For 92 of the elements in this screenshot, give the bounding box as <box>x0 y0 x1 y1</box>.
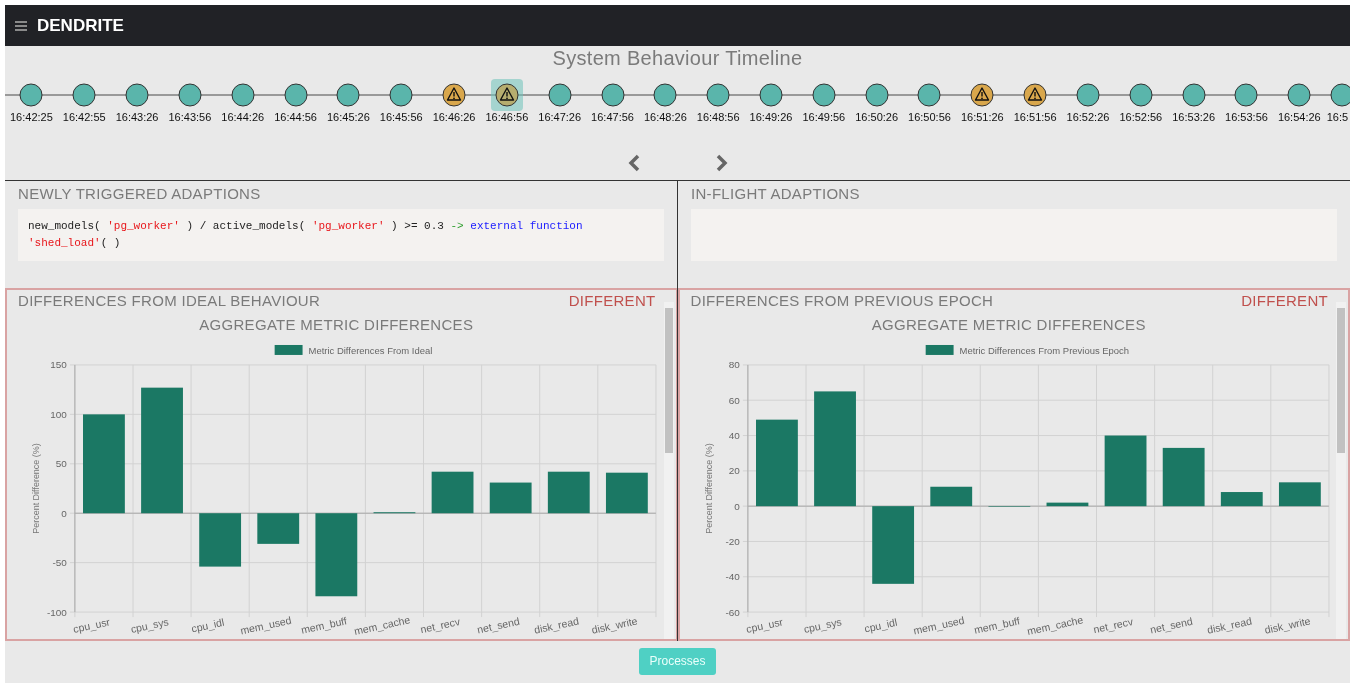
axis-title: Percent Difference (%) <box>31 443 42 534</box>
timestamp-label: 16:42:25 <box>10 111 53 124</box>
axis-tick-label: -60 <box>725 606 740 618</box>
chart-legend: Metric Differences From Previous Epoch <box>925 344 1129 356</box>
axis-tick-label: 80 <box>728 359 740 371</box>
timestamp-label: 16:46:56 <box>485 111 529 124</box>
bar <box>1162 447 1205 507</box>
timestamp-label: 16:43:56 <box>168 111 212 124</box>
category-label: cpu_sys <box>130 616 170 635</box>
category-label: net_recv <box>419 616 462 636</box>
timestamp-label: 16:5 <box>1326 111 1349 124</box>
category-label: net_recv <box>1092 616 1134 636</box>
bar <box>1220 492 1263 507</box>
timestamp-label: 16:45:56 <box>379 111 423 124</box>
section-heading: IN-FLIGHT ADAPTIONS <box>691 185 861 203</box>
timestamp-label: 16:49:56 <box>802 111 846 124</box>
processes-button[interactable]: Processes <box>639 647 716 675</box>
axis-tick-label: 0 <box>61 507 68 519</box>
bar <box>606 472 649 514</box>
section-heading: DIFFERENCES FROM PREVIOUS EPOCH <box>690 292 994 310</box>
legend-label: Metric Differences From Previous Epoch <box>959 344 1129 356</box>
timestamp-label: 16:46:26 <box>432 111 476 124</box>
timestamp-label: 16:48:56 <box>696 111 740 124</box>
chart-title: AGGREGATE METRIC DIFFERENCES <box>871 316 1146 334</box>
category-label: disk_write <box>1263 615 1312 636</box>
axis-tick-label: 150 <box>50 359 68 371</box>
menu-icon[interactable] <box>15 20 27 31</box>
chart-legend: Metric Differences From Ideal <box>274 344 433 356</box>
bar <box>431 471 474 514</box>
bar <box>1046 502 1089 507</box>
legend-label: Metric Differences From Ideal <box>308 344 433 356</box>
category-label: mem_buff <box>972 615 1021 636</box>
timestamp-label: 16:48:26 <box>643 111 687 124</box>
category-label: disk_read <box>533 615 580 636</box>
timestamp-label: 16:51:26 <box>960 111 1004 124</box>
category-label: cpu_sys <box>802 616 843 635</box>
selected-timeline-node[interactable] <box>490 79 523 111</box>
category-label: mem_cache <box>353 614 412 637</box>
axis-tick-label: -100 <box>47 606 68 618</box>
bar <box>490 482 532 514</box>
axis-tick-label: -20 <box>725 535 740 547</box>
status-label: DIFFERENT <box>1241 292 1328 310</box>
category-label: disk_write <box>590 615 639 636</box>
timestamp-label: 16:43:26 <box>115 111 159 124</box>
category-label: cpu_idl <box>190 616 226 635</box>
axis-title: Percent Difference (%) <box>703 443 714 534</box>
chart-title: AGGREGATE METRIC DIFFERENCES <box>199 316 474 334</box>
timestamp-label: 16:50:56 <box>908 111 951 124</box>
timestamp-label: 16:51:56 <box>1013 111 1057 124</box>
rule-code: new_models( 'pg_worker' ) / active_models( 'pg_worker' ) >= 0.3 -> external function 'shed_load'( ) <box>18 209 664 261</box>
scrollbar[interactable] <box>663 302 674 639</box>
axis-tick-label: 40 <box>728 430 740 442</box>
axis-tick-label: -50 <box>52 557 68 569</box>
category-label: mem_cache <box>1025 614 1084 637</box>
category-label: cpu_idl <box>863 616 898 635</box>
timestamp-label: 16:45:26 <box>326 111 370 124</box>
axis-tick-label: 100 <box>50 408 68 420</box>
bar <box>1278 482 1321 507</box>
timestamp-label: 16:52:56 <box>1119 111 1163 124</box>
timestamp-label: 16:50:26 <box>855 111 899 124</box>
axis-tick-label: 60 <box>728 394 740 406</box>
axis-tick-label: 50 <box>56 458 68 470</box>
category-label: net_send <box>476 615 521 636</box>
section-heading: NEWLY TRIGGERED ADAPTIONS <box>18 185 262 203</box>
timestamp-label: 16:53:56 <box>1225 111 1268 124</box>
app-title: DENDRITE <box>37 15 124 36</box>
category-label: net_send <box>1148 615 1194 636</box>
category-label: cpu_usr <box>72 616 112 635</box>
axis-tick-label: 0 <box>734 500 740 512</box>
timestamp-label: 16:44:56 <box>274 111 317 124</box>
timestamp-label: 16:53:26 <box>1172 111 1216 124</box>
status-label: DIFFERENT <box>568 292 656 310</box>
bar <box>930 486 972 507</box>
category-label: cpu_usr <box>745 616 784 635</box>
bar <box>1104 435 1147 507</box>
timestamp-label: 16:49:26 <box>749 111 793 124</box>
timestamp-label: 16:44:26 <box>221 111 265 124</box>
axis-tick-label: 20 <box>728 465 740 477</box>
section-heading: DIFFERENCES FROM IDEAL BEHAVIOUR <box>18 292 321 310</box>
scrollbar[interactable] <box>1336 302 1346 639</box>
timeline-title: System Behaviour Timeline <box>551 46 804 70</box>
axis-tick-label: -40 <box>725 571 740 583</box>
timestamp-label: 16:47:26 <box>538 111 582 124</box>
category-label: disk_read <box>1205 615 1253 636</box>
timestamp-label: 16:42:55 <box>62 111 106 124</box>
bar <box>257 513 300 544</box>
category-label: mem_buff <box>300 615 349 636</box>
bar <box>199 513 242 567</box>
bar <box>548 471 590 514</box>
timestamp-label: 16:52:26 <box>1066 111 1110 124</box>
timestamp-label: 16:54:26 <box>1277 111 1321 124</box>
timestamp-label: 16:47:56 <box>591 111 634 124</box>
